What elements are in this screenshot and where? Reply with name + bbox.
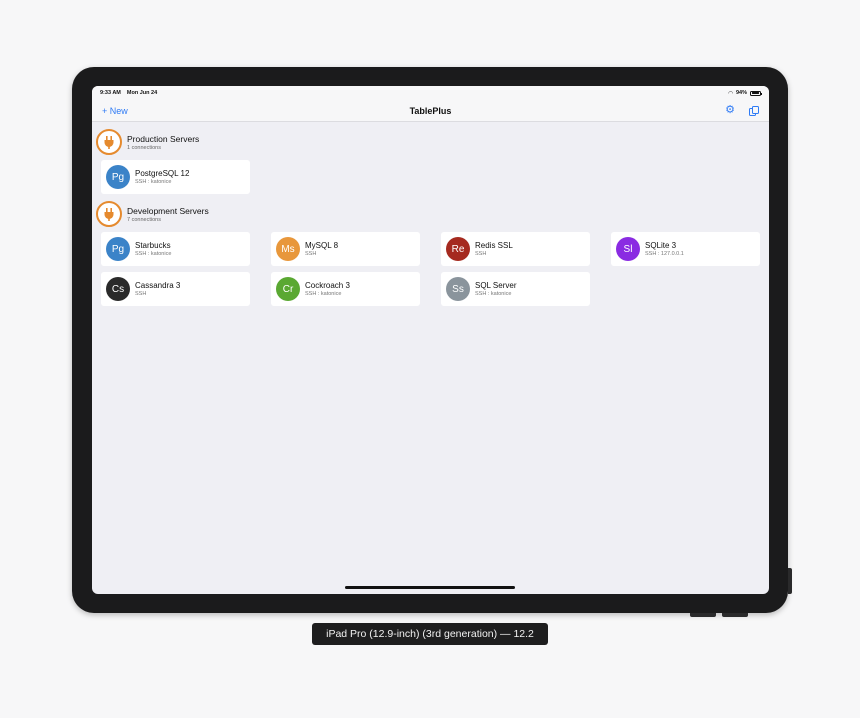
- group-header[interactable]: Development Servers 7 connections: [92, 201, 769, 227]
- connection-name: Cassandra 3: [135, 281, 181, 290]
- connection-card[interactable]: Cr Cockroach 3 SSH : katonice: [271, 272, 420, 306]
- connection-detail: SSH : katonice: [135, 251, 172, 257]
- connection-card[interactable]: Ms MySQL 8 SSH: [271, 232, 420, 266]
- db-avatar: Ms: [276, 237, 300, 261]
- group-header[interactable]: Production Servers 1 connections: [92, 129, 769, 155]
- connection-groups: Production Servers 1 connections Pg Postgre…: [92, 129, 769, 306]
- connection-detail: SSH : katonice: [135, 179, 172, 185]
- status-time: 9:33 AM: [100, 90, 121, 96]
- connection-card[interactable]: Cs Cassandra 3 SSH: [101, 272, 250, 306]
- connection-card[interactable]: Re Redis SSL SSH: [441, 232, 590, 266]
- db-avatar: Cs: [106, 277, 130, 301]
- connection-name: SQL Server: [475, 281, 517, 290]
- connection-name: Starbucks: [135, 241, 171, 250]
- windows-icon[interactable]: [749, 105, 759, 116]
- battery-icon: [750, 90, 762, 96]
- group-count: 1 connections: [127, 144, 161, 151]
- status-bar: 9:33 AM Mon Jun 24 ◠ 94%: [92, 86, 769, 100]
- group-count: 7 connections: [127, 216, 161, 223]
- connection-card[interactable]: Pg Starbucks SSH : katonice: [101, 232, 250, 266]
- connection-name: Redis SSL: [475, 241, 513, 250]
- device-caption: iPad Pro (12.9-inch) (3rd generation) — …: [312, 623, 548, 645]
- db-avatar: Sl: [616, 237, 640, 261]
- db-avatar: Cr: [276, 277, 300, 301]
- wifi-icon: ◠: [728, 90, 733, 97]
- connection-detail: SSH : katonice: [305, 291, 342, 297]
- connection-detail: SSH: [475, 251, 487, 257]
- home-indicator[interactable]: [345, 586, 515, 589]
- connection-detail: SSH : katonice: [475, 291, 512, 297]
- connection-name: Cockroach 3: [305, 281, 350, 290]
- connection-list: Pg PostgreSQL 12 SSH : katonice: [92, 160, 769, 194]
- db-avatar: Pg: [106, 165, 130, 189]
- plug-icon: [96, 201, 122, 227]
- new-connection-button[interactable]: + New: [102, 106, 128, 116]
- connection-detail: SSH : 127.0.0.1: [645, 251, 684, 257]
- connection-card[interactable]: Pg PostgreSQL 12 SSH : katonice: [101, 160, 250, 194]
- volume-down-button: [722, 613, 748, 617]
- battery-percent: 94%: [735, 90, 747, 96]
- group-name: Production Servers: [127, 133, 200, 144]
- gear-icon[interactable]: ⚙: [725, 105, 735, 116]
- db-avatar: Ss: [446, 277, 470, 301]
- connection-name: PostgreSQL 12: [135, 169, 190, 178]
- group-name: Development Servers: [127, 205, 209, 216]
- plug-icon: [96, 129, 122, 155]
- connection-card[interactable]: Ss SQL Server SSH : katonice: [441, 272, 590, 306]
- db-avatar: Pg: [106, 237, 130, 261]
- volume-up-button: [690, 613, 716, 617]
- connection-detail: SSH: [135, 291, 147, 297]
- connection-list: Pg Starbucks SSH : katonice Ms MySQL 8 SSH Re R…: [92, 232, 769, 306]
- connection-detail: SSH: [305, 251, 317, 257]
- navigation-bar: + New TablePlus ⚙: [92, 100, 769, 122]
- side-button: [788, 568, 792, 594]
- connection-card[interactable]: Sl SQLite 3 SSH : 127.0.0.1: [611, 232, 760, 266]
- connection-name: SQLite 3: [645, 241, 677, 250]
- status-date: Mon Jun 24: [126, 90, 158, 96]
- page-title: TablePlus: [409, 105, 452, 116]
- app-screen: 9:33 AM Mon Jun 24 ◠ 94% + New TablePlus…: [92, 86, 769, 594]
- connection-name: MySQL 8: [305, 241, 339, 250]
- db-avatar: Re: [446, 237, 470, 261]
